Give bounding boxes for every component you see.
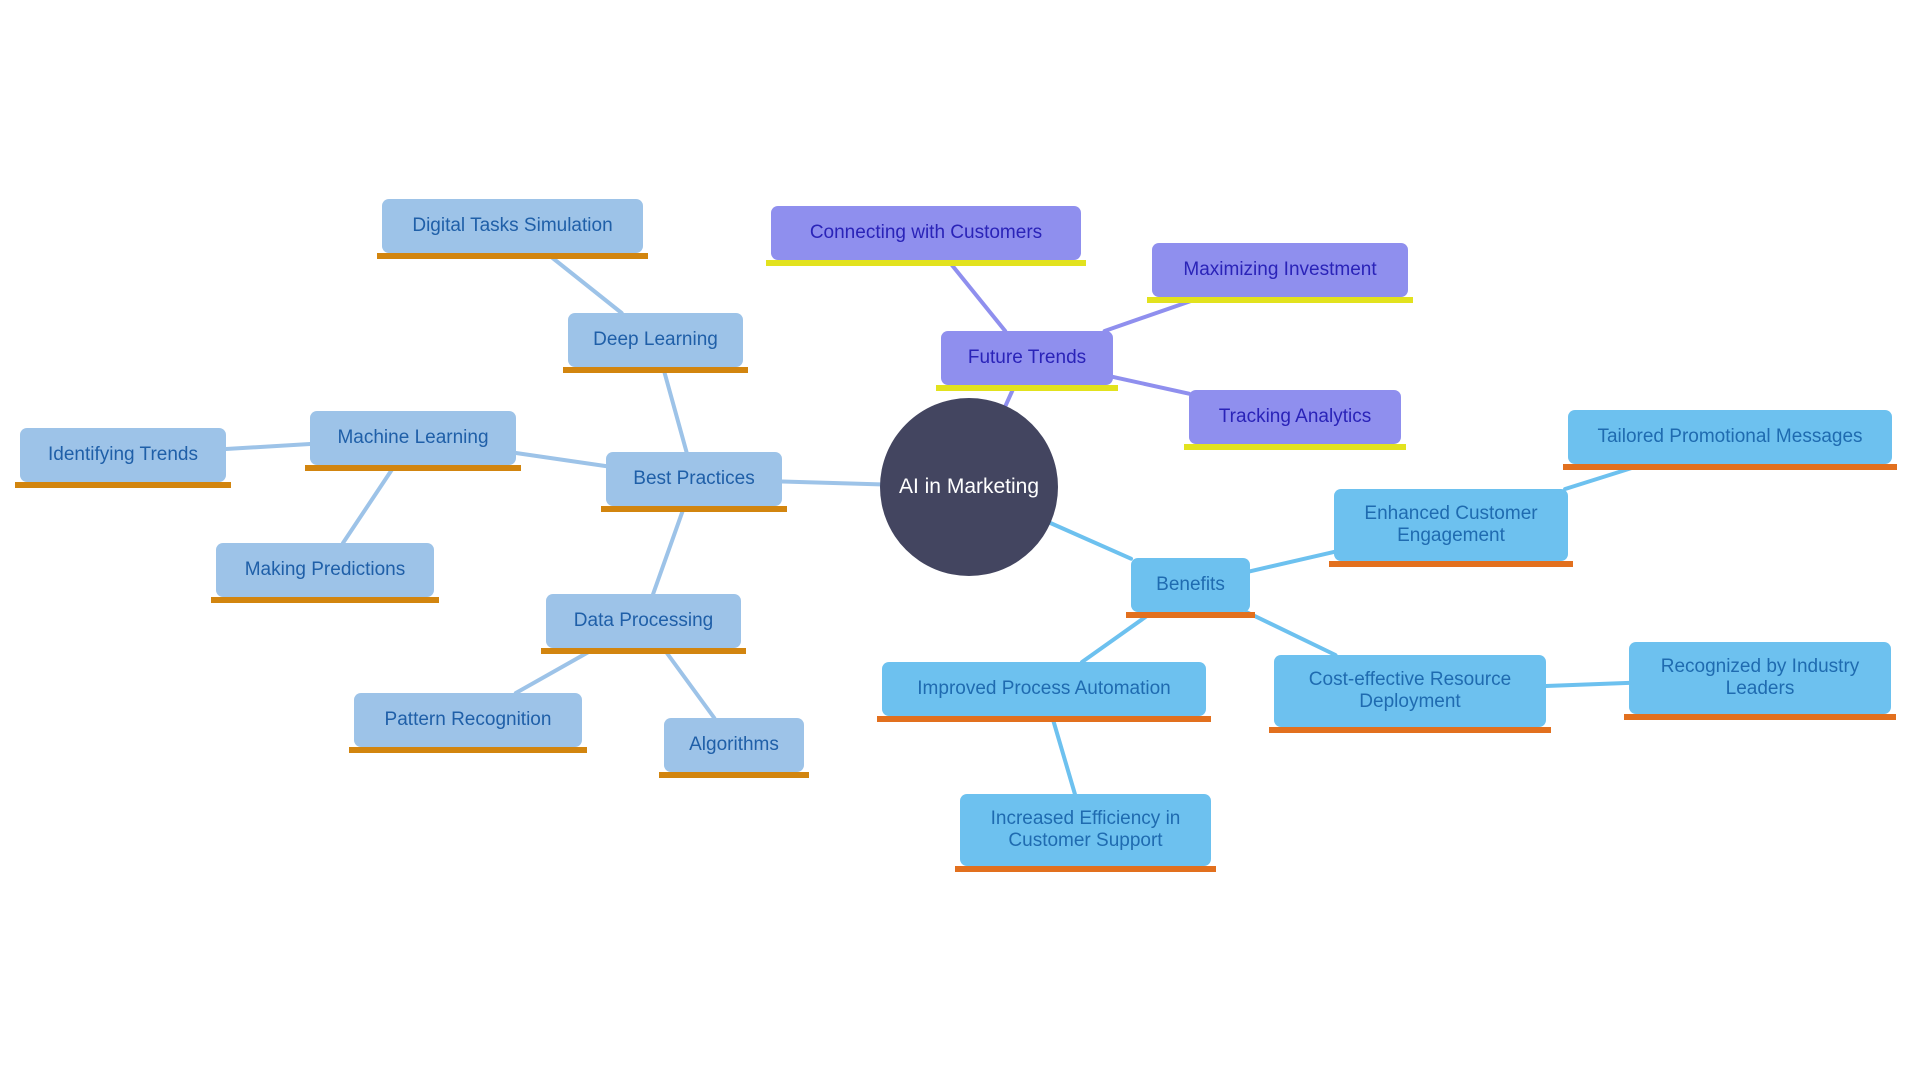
edge-root-to-best [780, 479, 883, 487]
mindmap-node-trends[interactable]: Identifying Trends [15, 428, 231, 488]
edge-ml-to-predictions [341, 463, 397, 545]
mindmap-node-best[interactable]: Best Practices [601, 452, 787, 512]
mindmap-node-ml[interactable]: Machine Learning [305, 411, 521, 471]
edge-ml-to-trends [224, 442, 312, 451]
edge-best-to-dataproc [651, 504, 687, 596]
mindmap-canvas: AI in Marketing Best Practices Machine Lea… [0, 0, 1920, 1080]
mindmap-node-engagement[interactable]: Enhanced Customer Engagement [1329, 489, 1573, 567]
edge-root-to-benefits [1048, 521, 1133, 561]
edge-best-to-ml [514, 451, 608, 469]
edge-costeff-to-recognized [1544, 680, 1631, 688]
mindmap-node-maximizing[interactable]: Maximizing Investment [1147, 243, 1413, 303]
edge-benefits-to-engagement [1248, 549, 1336, 574]
edge-automation-to-efficiency [1049, 714, 1077, 796]
root-node[interactable]: AI in Marketing [880, 398, 1058, 576]
edge-dataproc-to-algorithms [661, 646, 717, 720]
mindmap-node-recognized[interactable]: Recognized by Industry Leaders [1624, 642, 1896, 720]
mindmap-node-benefits[interactable]: Benefits [1126, 558, 1255, 618]
edge-best-to-deep [660, 365, 689, 454]
edge-future-to-tracking [1111, 374, 1191, 396]
mindmap-node-future[interactable]: Future Trends [936, 331, 1118, 391]
mindmap-node-dataproc[interactable]: Data Processing [541, 594, 746, 654]
edge-future-to-connecting [945, 258, 1008, 333]
mindmap-node-algorithms[interactable]: Algorithms [659, 718, 809, 778]
mindmap-node-digital[interactable]: Digital Tasks Simulation [377, 199, 648, 259]
mindmap-node-automation[interactable]: Improved Process Automation [877, 662, 1211, 722]
mindmap-node-costeff[interactable]: Cost-effective Resource Deployment [1269, 655, 1551, 733]
mindmap-node-connecting[interactable]: Connecting with Customers [766, 206, 1086, 266]
edge-dataproc-to-pattern [513, 646, 598, 695]
edge-benefits-to-automation [1080, 610, 1155, 664]
mindmap-node-pattern[interactable]: Pattern Recognition [349, 693, 587, 753]
mindmap-node-efficiency[interactable]: Increased Efficiency in Customer Support [955, 794, 1216, 872]
mindmap-node-deep[interactable]: Deep Learning [563, 313, 748, 373]
mindmap-node-tracking[interactable]: Tracking Analytics [1184, 390, 1406, 450]
edge-benefits-to-costeff [1244, 610, 1338, 657]
mindmap-node-predictions[interactable]: Making Predictions [211, 543, 439, 603]
edge-deep-to-digital [544, 251, 624, 315]
mindmap-node-tailored[interactable]: Tailored Promotional Messages [1563, 410, 1897, 470]
